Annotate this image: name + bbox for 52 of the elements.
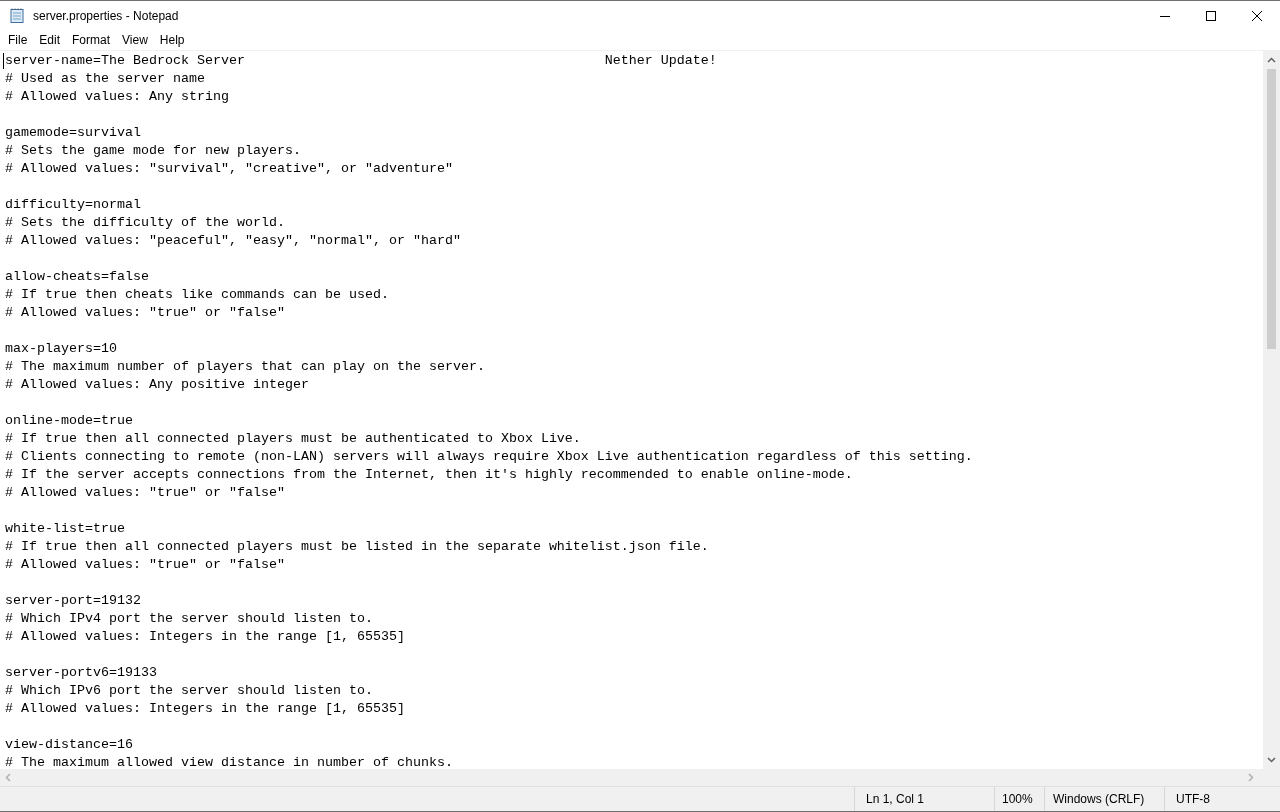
code-line: server-portv6=19133 [5,665,157,680]
code-line: # The maximum allowed view distance in number of chunks. [5,755,453,769]
code-line: # Allowed values: "peaceful", "easy", "normal", or "hard" [5,233,461,248]
maximize-icon [1206,10,1216,21]
scroll-down-icon [1267,757,1276,763]
code-line: max-players=10 [5,341,117,356]
code-line: # If the server accepts connections from the Internet, then it's highly recommended to enable online-mode. [5,467,853,482]
scroll-left-icon [5,773,11,782]
status-text: UTF-8 [1164,787,1280,811]
code-line: # Allowed values: Integers in the range [1, 65535] [5,629,405,644]
code-line: # Used as the server name [5,71,205,86]
code-line: # Allowed values: "survival", "creative", or "adventure" [5,161,453,176]
menu-item[interactable]: Format [66,30,117,50]
code-line: # Which IPv4 port the server should listen to. [5,611,373,626]
code-line: # Allowed values: "true" or "false" [5,305,285,320]
status-text: Ln 1, Col 1 [854,787,994,811]
status-text: 100% [994,787,1044,811]
menu-item[interactable]: Help [153,30,191,50]
code-line: white-list=true [5,521,125,536]
code-line: view-distance=16 [5,737,133,752]
vertical-scrollbar[interactable] [1263,51,1280,769]
code-line: # Allowed values: "true" or "false" [5,485,285,500]
menu-item[interactable]: File [2,30,34,50]
scrollbar-thumb[interactable] [1267,69,1276,349]
scroll-right-icon [1248,773,1254,782]
code-line: # Clients connecting to remote (non-LAN) servers will always require Xbox Live authentication regardless of this setting. [5,449,973,464]
code-line: # Which IPv6 port the server should listen to. [5,683,373,698]
menu-item[interactable]: Edit [33,30,67,50]
horizontal-scrollbar[interactable] [0,769,1280,787]
notepad-icon [9,7,25,24]
code-line: # Sets the difficulty of the world. [5,215,285,230]
window-title: server.properties - Notepad [33,8,179,23]
code-line: server-port=19132 [5,593,141,608]
code-line: # If true then cheats like commands can be used. [5,287,389,302]
close-icon [1252,10,1262,21]
code-line: gamemode=survival [5,125,141,140]
code-line: # Allowed values: Integers in the range [1, 65535] [5,701,405,716]
code-line: difficulty=normal [5,197,141,212]
status-text: Windows (CRLF) [1044,787,1164,811]
code-line: # Allowed values: Any string [5,89,229,104]
code-line: allow-cheats=false [5,269,149,284]
text-cursor [3,53,4,69]
code-line: # Allowed values: "true" or "false" [5,557,285,572]
code-line: online-mode=true [5,413,133,428]
code-line: # The maximum number of players that can play on the server. [5,359,485,374]
code-line: server-name=The Bedrock Server Nether Update! [5,53,717,68]
code-line: # Allowed values: Any positive integer [5,377,309,392]
code-line: # If true then all connected players must be listed in the separate whitelist.json file. [5,539,709,554]
code-line: # Sets the game mode for new players. [5,143,301,158]
code-line: # If true then all connected players must be authenticated to Xbox Live. [5,431,581,446]
menu-item[interactable]: View [116,30,154,50]
scroll-up-icon [1267,57,1276,63]
